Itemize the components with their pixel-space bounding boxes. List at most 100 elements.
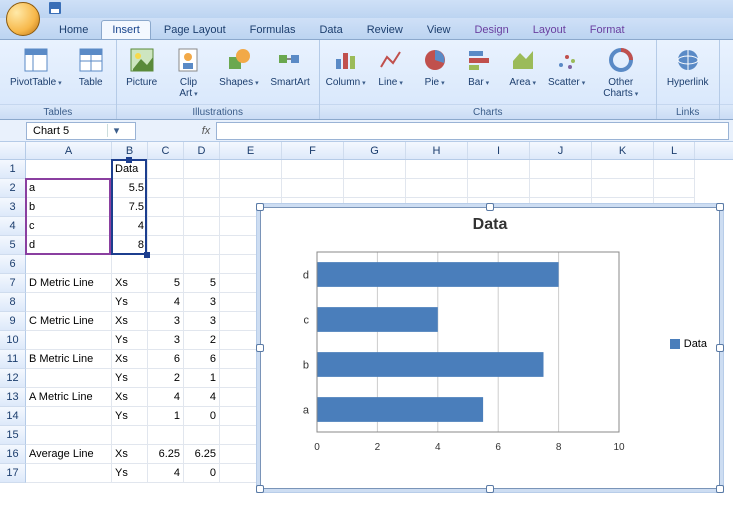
cell-B5[interactable]: 8 [112,236,148,255]
col-G[interactable]: G [344,142,406,159]
cell-C9[interactable]: 3 [148,312,184,331]
cell-A14[interactable] [26,407,112,426]
row-8[interactable]: 8 [0,293,26,312]
row-15[interactable]: 15 [0,426,26,445]
cell-C12[interactable]: 2 [148,369,184,388]
row-2[interactable]: 2 [0,179,26,198]
cell-D6[interactable] [184,255,220,274]
row-14[interactable]: 14 [0,407,26,426]
range-handle[interactable] [144,252,150,258]
row-12[interactable]: 12 [0,369,26,388]
picture-button[interactable]: Picture [123,43,161,90]
cell-A12[interactable] [26,369,112,388]
col-L[interactable]: L [654,142,695,159]
range-handle-top[interactable] [126,157,132,163]
shapes-button[interactable]: Shapes [216,43,261,91]
name-box[interactable]: ▾ [26,122,136,140]
chart-plot-area[interactable]: 0246810abcd [285,246,625,456]
row-5[interactable]: 5 [0,236,26,255]
col-C[interactable]: C [148,142,184,159]
tab-home[interactable]: Home [48,20,99,39]
cell-D11[interactable]: 6 [184,350,220,369]
cell-B13[interactable]: Xs [112,388,148,407]
cell-G2[interactable] [344,179,406,198]
cell-C11[interactable]: 6 [148,350,184,369]
col-H[interactable]: H [406,142,468,159]
line-chart-button[interactable]: Line [372,43,410,91]
pivottable-button[interactable]: PivotTable [6,43,66,91]
cell-B12[interactable]: Ys [112,369,148,388]
cell-E1[interactable] [220,160,282,179]
cell-D5[interactable] [184,236,220,255]
col-K[interactable]: K [592,142,654,159]
row-11[interactable]: 11 [0,350,26,369]
cell-A16[interactable]: Average Line [26,445,112,464]
row-1[interactable]: 1 [0,160,26,179]
cell-G1[interactable] [344,160,406,179]
cell-A4[interactable]: c [26,217,112,236]
cell-A10[interactable] [26,331,112,350]
cell-C5[interactable] [148,236,184,255]
cell-A5[interactable]: d [26,236,112,255]
tab-design[interactable]: Design [463,20,519,39]
cell-B8[interactable]: Ys [112,293,148,312]
cell-A13[interactable]: A Metric Line [26,388,112,407]
cell-D3[interactable] [184,198,220,217]
formula-bar[interactable] [216,122,729,140]
cell-D7[interactable]: 5 [184,274,220,293]
tab-data[interactable]: Data [308,20,353,39]
row-6[interactable]: 6 [0,255,26,274]
tab-formulas[interactable]: Formulas [239,20,307,39]
pie-chart-button[interactable]: Pie [416,43,454,91]
cell-C3[interactable] [148,198,184,217]
cell-C2[interactable] [148,179,184,198]
cell-A11[interactable]: B Metric Line [26,350,112,369]
cell-C7[interactable]: 5 [148,274,184,293]
cell-B3[interactable]: 7.5 [112,198,148,217]
cell-B16[interactable]: Xs [112,445,148,464]
bar-chart-button[interactable]: Bar [460,43,498,91]
cell-B14[interactable]: Ys [112,407,148,426]
cell-A2[interactable]: a [26,179,112,198]
cell-A7[interactable]: D Metric Line [26,274,112,293]
row-4[interactable]: 4 [0,217,26,236]
tab-insert[interactable]: Insert [101,20,151,39]
cell-B2[interactable]: 5.5 [112,179,148,198]
cell-D10[interactable]: 2 [184,331,220,350]
cell-B9[interactable]: Xs [112,312,148,331]
other-charts-button[interactable]: Other Charts [592,43,650,102]
cell-C8[interactable]: 4 [148,293,184,312]
cell-H2[interactable] [406,179,468,198]
cell-A8[interactable] [26,293,112,312]
row-16[interactable]: 16 [0,445,26,464]
cell-D13[interactable]: 4 [184,388,220,407]
qat-save-icon[interactable] [48,1,62,15]
select-all-corner[interactable] [0,142,26,159]
tab-view[interactable]: View [416,20,462,39]
scatter-chart-button[interactable]: Scatter [548,43,586,91]
chart-object[interactable]: Data Data 0246810abcd [260,207,720,489]
tab-format[interactable]: Format [579,20,636,39]
col-A[interactable]: A [26,142,112,159]
col-I[interactable]: I [468,142,530,159]
cell-B15[interactable] [112,426,148,445]
office-button[interactable] [6,2,40,36]
smartart-button[interactable]: SmartArt [267,43,312,90]
row-17[interactable]: 17 [0,464,26,483]
cell-D9[interactable]: 3 [184,312,220,331]
textbox-button[interactable]: AText Box [726,43,733,101]
cell-D12[interactable]: 1 [184,369,220,388]
row-7[interactable]: 7 [0,274,26,293]
column-chart-button[interactable]: Column [326,43,366,91]
chart-legend[interactable]: Data [670,338,707,350]
fx-label[interactable]: fx [196,125,216,137]
hyperlink-button[interactable]: Hyperlink [663,43,713,90]
cell-A1[interactable] [26,160,112,179]
cell-A17[interactable] [26,464,112,483]
cell-C10[interactable]: 3 [148,331,184,350]
cell-C1[interactable] [148,160,184,179]
cell-L2[interactable] [654,179,695,198]
cell-I2[interactable] [468,179,530,198]
tab-review[interactable]: Review [356,20,414,39]
cell-H1[interactable] [406,160,468,179]
